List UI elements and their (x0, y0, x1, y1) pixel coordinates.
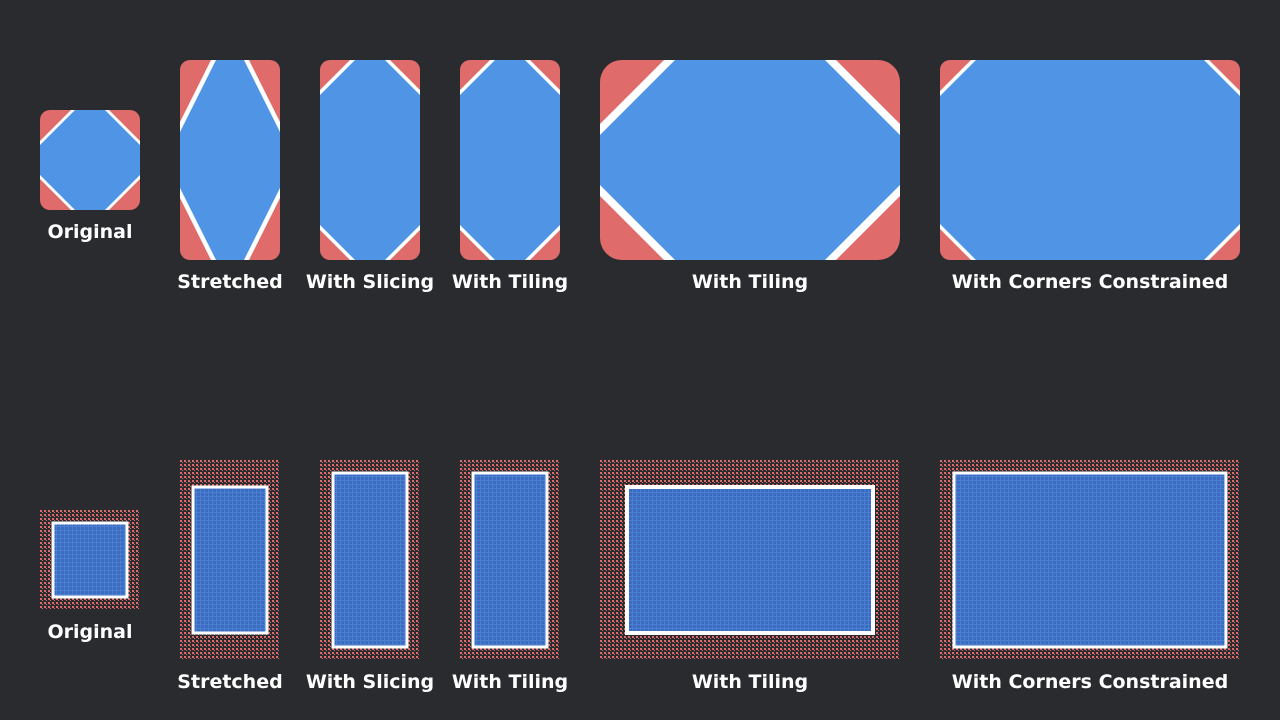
row1-original-label: Original (47, 221, 133, 243)
row2-stretched-image (180, 460, 280, 660)
row1-stretched-label: Stretched (177, 271, 283, 293)
row2-tiling-narrow-label: With Tiling (451, 671, 569, 693)
row1-tiling-narrow-image (460, 60, 560, 260)
row1-tiling-wide-image (600, 60, 900, 260)
row1-corners-constrained-label: With Corners Constrained (951, 271, 1229, 293)
row1-tiling-wide-label: With Tiling (691, 271, 809, 293)
row2-slicing-label: With Slicing (305, 671, 435, 693)
row2-tiling-wide-label: With Tiling (691, 671, 809, 693)
row2-corners-constrained-image (940, 460, 1240, 660)
row2-original-label: Original (47, 621, 133, 643)
row1-stretched-image (180, 60, 280, 260)
row1-slicing-image (320, 60, 420, 260)
row2-tiling-narrow-image (460, 460, 560, 660)
row2-slicing-image (320, 460, 420, 660)
row1-slicing-label: With Slicing (305, 271, 435, 293)
row2-corners-constrained-label: With Corners Constrained (951, 671, 1229, 693)
row2-stretched-label: Stretched (177, 671, 283, 693)
row1-corners-constrained-image (940, 60, 1240, 260)
row1-tiling-narrow-label: With Tiling (451, 271, 569, 293)
row2-tiling-wide-image (600, 460, 900, 660)
row2-original-image (40, 510, 140, 610)
row1-original-image (40, 110, 140, 210)
